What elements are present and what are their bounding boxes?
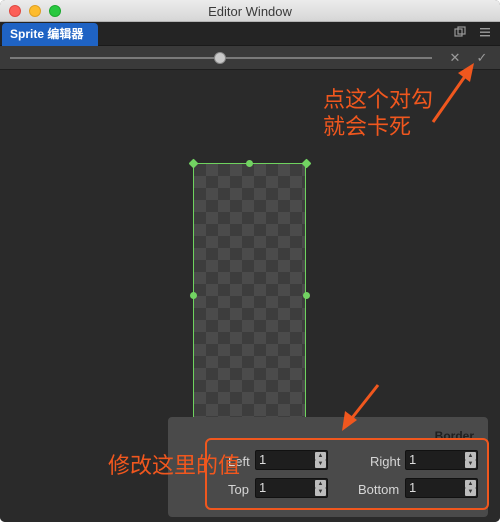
handle-top-center[interactable]: [246, 160, 253, 167]
confirm-checkmark-icon[interactable]: ✓: [474, 50, 490, 66]
tab-sprite-editor[interactable]: Sprite 编辑器: [2, 23, 98, 46]
handle-middle-left[interactable]: [190, 292, 197, 299]
tab-bar: Sprite 编辑器: [0, 22, 500, 46]
menu-icon-glyph: [480, 28, 490, 37]
highlight-box: [205, 438, 489, 510]
popout-icon-glyph: [454, 26, 466, 37]
zoom-slider-knob[interactable]: [214, 52, 226, 64]
annotation-bottom: 修改这里的值: [108, 453, 241, 478]
editor-window: Editor Window Sprite 编辑器 ✕ ✓ 点这个对勾 就会卡死 …: [0, 0, 500, 522]
annotation-top-line1: 点这个对勾: [323, 87, 434, 112]
cancel-icon[interactable]: ✕: [447, 50, 463, 66]
handle-middle-right[interactable]: [303, 292, 310, 299]
window-title: Editor Window: [208, 4, 292, 19]
popout-icon[interactable]: [452, 26, 468, 42]
toolbar: ✕ ✓: [0, 46, 500, 70]
menu-icon[interactable]: [477, 26, 493, 42]
title-bar: Editor Window: [0, 0, 500, 22]
annotation-top-line2: 就会卡死: [323, 114, 412, 139]
